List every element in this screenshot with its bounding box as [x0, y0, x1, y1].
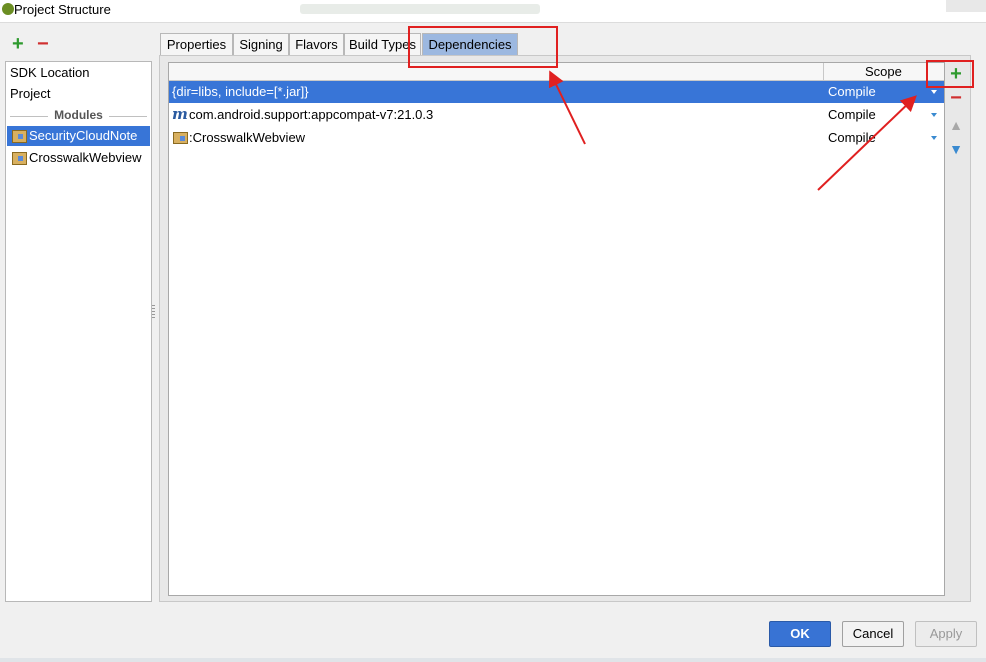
annotation-arrow-to-tab [549, 70, 586, 145]
ok-button[interactable]: OK [769, 621, 831, 647]
annotation-arrow-to-add [817, 95, 917, 191]
cancel-button[interactable]: Cancel [842, 621, 904, 647]
apply-button[interactable]: Apply [915, 621, 977, 647]
taskbar-edge [0, 658, 986, 662]
annotation-arrows [549, 70, 917, 191]
